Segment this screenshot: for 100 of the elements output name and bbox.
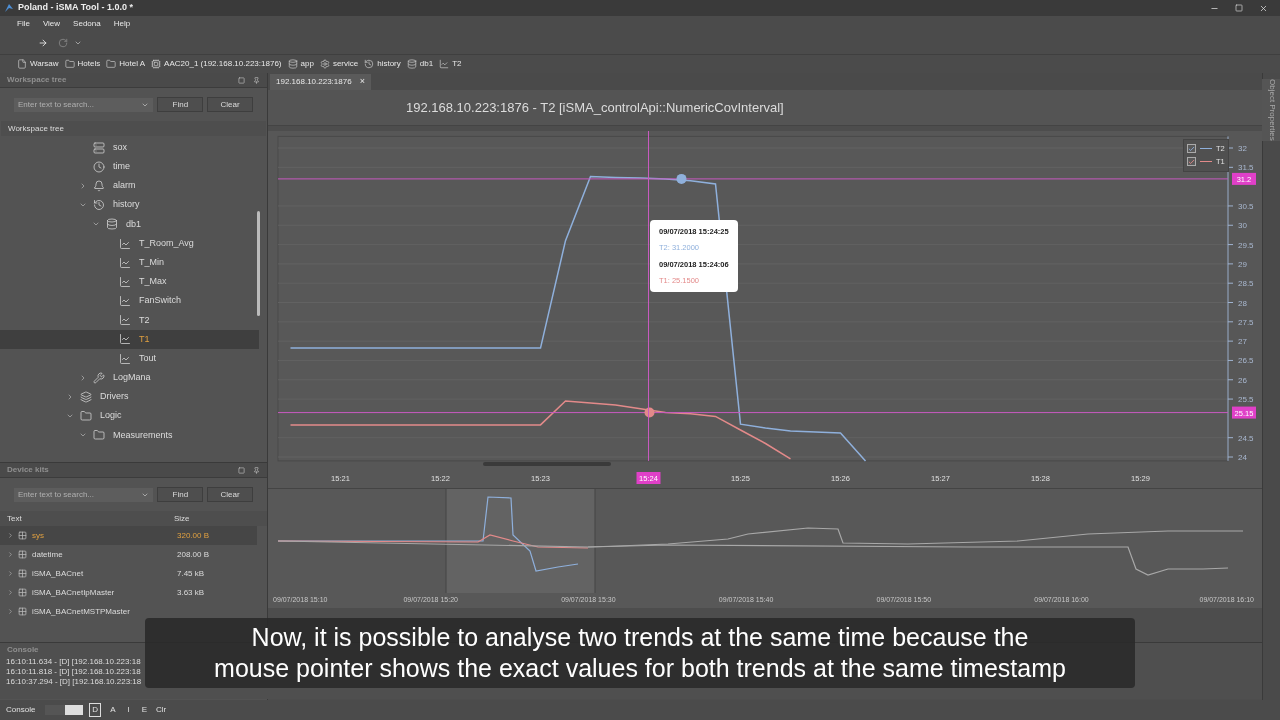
- find-button[interactable]: Find: [157, 97, 204, 112]
- grid-icon: [18, 607, 27, 616]
- kit-row[interactable]: iSMA_BACnet 7.45 kB: [0, 564, 257, 583]
- caret-icon[interactable]: [7, 608, 14, 615]
- tree-item[interactable]: alarm: [0, 176, 259, 196]
- document-tab[interactable]: 192.168.10.223:1876 ×: [270, 74, 371, 90]
- menu-item[interactable]: View: [42, 18, 61, 30]
- line-chart-icon: [439, 59, 450, 69]
- filter-button[interactable]: E: [138, 703, 151, 717]
- tree-item[interactable]: FanSwitch: [0, 291, 259, 311]
- kit-row[interactable]: iSMA_BACnetIpMaster 3.63 kB: [0, 583, 257, 602]
- history-icon: [364, 59, 375, 69]
- caret-icon[interactable]: [66, 393, 74, 402]
- filter-button[interactable]: I: [124, 703, 133, 717]
- server-icon: [93, 141, 105, 154]
- tree-item[interactable]: T_Min: [0, 253, 259, 273]
- legend-checkbox[interactable]: [1187, 157, 1196, 167]
- dropdown-icon[interactable]: [74, 39, 82, 47]
- breadcrumb-item[interactable]: T2: [439, 58, 462, 70]
- folder-icon: [80, 410, 92, 423]
- filter-button[interactable]: D: [89, 703, 102, 717]
- kit-row[interactable]: datetime 208.00 B: [0, 545, 257, 564]
- caret-icon[interactable]: [7, 532, 14, 539]
- tree-item[interactable]: T2: [0, 310, 259, 330]
- clear-button[interactable]: Clear: [207, 97, 253, 112]
- tree-item[interactable]: history: [0, 195, 259, 215]
- caret-icon[interactable]: [7, 551, 14, 558]
- menu-item[interactable]: Sedona: [73, 18, 101, 30]
- file-icon: [17, 59, 27, 69]
- legend-checkbox[interactable]: [1187, 144, 1196, 154]
- kit-row[interactable]: sys 320.00 B: [0, 526, 257, 545]
- tree-item[interactable]: T_Room_Avg: [0, 233, 259, 254]
- tree-item[interactable]: T_Max: [0, 272, 259, 292]
- line-chart-icon: [119, 275, 131, 288]
- find-button[interactable]: Find: [157, 487, 204, 502]
- layers-icon: [80, 391, 92, 404]
- axis-label: 27.5: [1238, 317, 1254, 327]
- tree-item[interactable]: Tout: [0, 349, 259, 369]
- axis-label: 24: [1238, 453, 1247, 462]
- panel-title: Workspace tree: [7, 74, 68, 86]
- breadcrumb-item[interactable]: Warsaw: [17, 58, 59, 70]
- database-icon: [106, 218, 118, 231]
- scrollbar[interactable]: [257, 211, 260, 316]
- data-point: [644, 407, 655, 418]
- gear-icon: [319, 59, 330, 69]
- table-cell: 208.00 B: [177, 548, 210, 561]
- tree-item[interactable]: Drivers: [0, 387, 259, 407]
- line-chart-icon: [119, 295, 131, 308]
- pin-icon[interactable]: [253, 466, 260, 474]
- side-tab[interactable]: Object Properties: [1261, 79, 1280, 141]
- panel-title: Device kits: [7, 464, 50, 476]
- caret-icon[interactable]: [7, 570, 14, 577]
- database-icon: [406, 59, 417, 69]
- tree-item[interactable]: sox: [0, 138, 259, 158]
- caret-icon[interactable]: [7, 589, 14, 596]
- caret-icon[interactable]: [79, 181, 87, 190]
- arrow-right-icon[interactable]: [38, 38, 48, 48]
- close-tab-button[interactable]: ×: [359, 75, 365, 89]
- database-icon: [287, 59, 298, 69]
- grid-icon: [18, 569, 27, 578]
- grid-icon: [18, 550, 27, 559]
- tree-item[interactable]: T1: [0, 329, 259, 350]
- breadcrumb-item[interactable]: service: [319, 58, 359, 70]
- filter-button[interactable]: A: [107, 703, 119, 717]
- breadcrumb-item[interactable]: Hotel A: [106, 58, 146, 70]
- axis-label: 31.5: [1238, 163, 1254, 173]
- breadcrumb-item[interactable]: app: [287, 58, 314, 70]
- breadcrumb-item[interactable]: Hotels: [64, 58, 101, 70]
- clear-button[interactable]: Clr: [156, 704, 167, 716]
- search-field[interactable]: Enter text to search...: [14, 97, 154, 112]
- kit-row[interactable]: iSMA_BACnetMSTPMaster: [0, 602, 257, 621]
- pin-icon[interactable]: [253, 76, 260, 84]
- close-icon[interactable]: [1259, 3, 1268, 13]
- maximize-icon[interactable]: [238, 76, 245, 84]
- breadcrumb-item[interactable]: AAC20_1 (192.168.10.223:1876): [151, 58, 282, 70]
- menu-item[interactable]: File: [17, 18, 30, 30]
- tree-item[interactable]: Logic: [0, 406, 259, 426]
- console-line: 16:10:37.294 - [D] [192.168.10.223:18: [6, 677, 142, 687]
- line-chart-icon: [119, 256, 131, 269]
- clear-button[interactable]: Clear: [207, 487, 253, 502]
- tree-item[interactable]: Measurements: [0, 425, 259, 445]
- search-field[interactable]: Enter text to search...: [14, 487, 154, 502]
- table-cell: 3.63 kB: [177, 586, 205, 599]
- folder-icon: [64, 59, 75, 69]
- axis-label: 30: [1238, 221, 1247, 231]
- tree-item[interactable]: db1: [0, 214, 259, 234]
- caret-icon[interactable]: [79, 373, 87, 382]
- tree-item[interactable]: time: [0, 157, 259, 177]
- maximize-icon[interactable]: [1235, 4, 1243, 12]
- axis-label: 32: [1238, 144, 1247, 153]
- tree-item[interactable]: LogMana: [0, 368, 259, 388]
- line-chart-icon: [119, 333, 131, 346]
- maximize-icon[interactable]: [238, 466, 245, 474]
- breadcrumb-item[interactable]: history: [364, 58, 401, 70]
- menu-item[interactable]: Help: [113, 18, 131, 30]
- panel-label: Console: [6, 704, 36, 716]
- breadcrumb-item[interactable]: db1: [406, 58, 434, 70]
- refresh-icon[interactable]: [58, 38, 68, 48]
- subtitle-line: mouse pointer shows the exact values for both trends at the same timestamp: [214, 653, 1066, 684]
- axis-label: 27: [1238, 337, 1247, 347]
